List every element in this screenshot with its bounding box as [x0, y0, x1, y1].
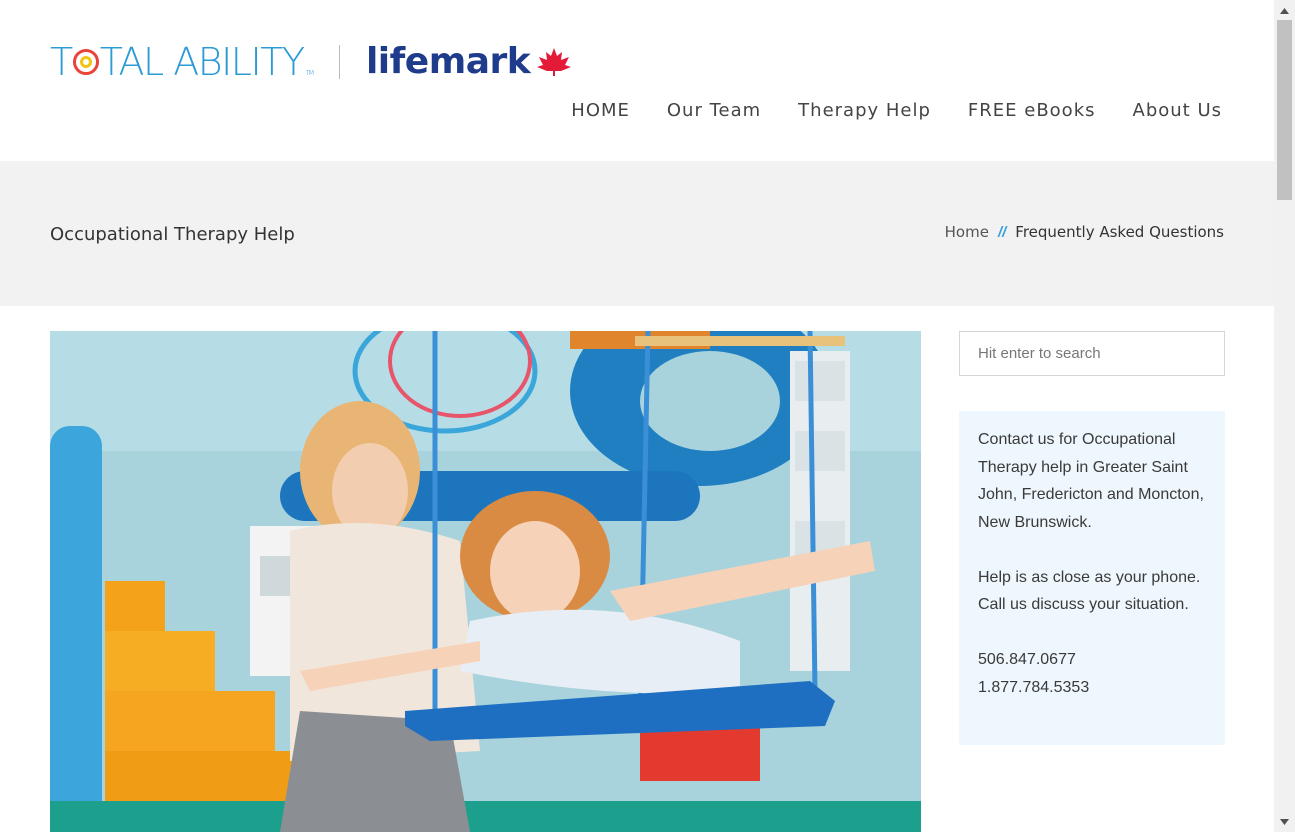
logo-rings-icon	[72, 49, 99, 75]
breadcrumb: Home // Frequently Asked Questions	[945, 223, 1224, 241]
nav-item-free-ebooks[interactable]: FREE eBooks	[968, 100, 1096, 121]
nav-item-about-us[interactable]: About Us	[1133, 100, 1223, 121]
maple-leaf-icon	[537, 48, 572, 76]
nav-item-home[interactable]: HOME	[571, 100, 630, 121]
breadcrumb-home-link[interactable]: Home	[945, 223, 989, 241]
therapy-swing-photo	[50, 331, 921, 832]
scrollbar-thumb[interactable]	[1277, 20, 1292, 200]
logo-trademark: TM	[305, 69, 315, 77]
breadcrumb-current: Frequently Asked Questions	[1015, 223, 1224, 241]
main-nav: HOME Our Team Therapy Help FREE eBooks A…	[571, 100, 1222, 121]
logo-letter-t: T	[50, 40, 73, 84]
contact-widget: Contact us for Occupational Therapy help…	[959, 411, 1225, 745]
vertical-scrollbar[interactable]	[1274, 0, 1295, 832]
search-input[interactable]	[959, 331, 1225, 376]
contact-phone-tollfree[interactable]: 1.877.784.5353	[978, 674, 1206, 702]
logo-text-tal-ability: TAL ABILITY	[99, 40, 305, 84]
page-title-bar: Occupational Therapy Help Home // Freque…	[0, 161, 1274, 306]
logo-divider	[338, 45, 340, 79]
contact-phone-local[interactable]: 506.847.0677	[978, 646, 1206, 674]
site-logo[interactable]: T TAL ABILITY TM lifemark	[50, 42, 572, 82]
nav-item-therapy-help[interactable]: Therapy Help	[798, 100, 931, 121]
scroll-up-arrow-icon[interactable]	[1274, 2, 1295, 19]
scroll-down-arrow-icon[interactable]	[1274, 813, 1295, 830]
contact-paragraph-locations: Contact us for Occupational Therapy help…	[978, 431, 1204, 531]
breadcrumb-separator: //	[997, 223, 1007, 241]
nav-item-our-team[interactable]: Our Team	[667, 100, 761, 121]
hero-image	[50, 331, 921, 832]
total-ability-logo[interactable]: T TAL ABILITY TM	[50, 40, 315, 84]
contact-paragraph-help: Help is as close as your phone. Call us …	[978, 568, 1201, 614]
lifemark-logo-text[interactable]: lifemark	[366, 44, 531, 80]
page-title: Occupational Therapy Help	[50, 224, 295, 245]
site-header: T TAL ABILITY TM lifemark HOME Our Team …	[0, 0, 1274, 161]
